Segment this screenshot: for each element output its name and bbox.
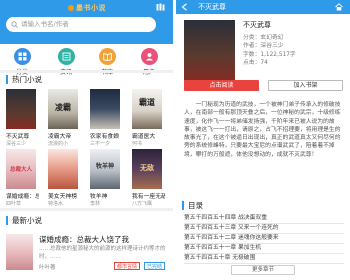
book-cover [48, 149, 78, 189]
book-author: 何书 [132, 141, 143, 147]
genre-tag: 都市言情 [114, 262, 141, 270]
book-cover: 总裁大人 [6, 149, 36, 189]
book-author: 深谷三少 [6, 141, 27, 147]
book-word-count: 字数：1,122,517字 [243, 51, 296, 58]
book-author: 李林 [90, 201, 101, 207]
read-button[interactable]: 点击阅读 [184, 80, 259, 91]
book-cover [6, 89, 36, 129]
nav-circle [13, 48, 31, 65]
book-cover: 牧羊神 [90, 149, 120, 189]
book-card[interactable]: 农家有食娘 三不一夕 [90, 89, 123, 147]
book-card[interactable]: 美女天神榜 特洛水 [48, 149, 81, 207]
detail-header: 不灭武尊 [176, 0, 350, 14]
book-card[interactable]: 无敌 我有一座无敌海 八方飞鹰 [132, 149, 165, 207]
news-icon [62, 52, 70, 61]
book-card[interactable]: 总裁大人 谋婚成瘾：总裁... 四叶草 [6, 149, 39, 207]
search-icon [11, 21, 18, 28]
book-detail-screen: 不灭武尊 不灭武尊 分类：玄幻奇幻 作者：深谷三少 字数：1,122,517字 … [176, 0, 350, 280]
section-divider [0, 208, 173, 211]
book-name: 不灭武尊 [243, 21, 271, 29]
book-cover-large [184, 20, 235, 84]
user-icon [145, 53, 153, 61]
logo-text: 墨书小说 [76, 4, 106, 12]
section-divider [0, 70, 173, 73]
toc-title: 目录 [182, 201, 203, 210]
book-cover: 霸道 [132, 89, 162, 129]
app-logo: 墨书小说 [68, 3, 106, 12]
book-title: 农家有食娘 [90, 134, 119, 140]
book-icon [102, 52, 112, 61]
category-nav: 分类 资讯 书库 用户 [0, 38, 173, 76]
home-icon[interactable] [335, 3, 343, 11]
book-title: 我有一座无敌海 [132, 194, 165, 200]
book-cover: 无敌 [132, 149, 162, 189]
book-card[interactable]: 不灭武尊 深谷三少 [6, 89, 39, 147]
cover-text: 牧羊神 [95, 163, 114, 170]
book-card[interactable]: 凌霸 凌霸大帝 流浪的小 [48, 89, 81, 147]
latest-author: 叶叶著 [39, 265, 56, 271]
home-screen: 墨书小说 请输入书名/作者 分类 [0, 0, 173, 280]
search-input[interactable]: 请输入书名/作者 [6, 17, 156, 32]
book-author: 四叶草 [6, 201, 22, 207]
book-category: 分类：玄幻奇幻 [243, 35, 284, 41]
cover-text: 霸道 [139, 98, 155, 107]
status-tag: 已完结 [144, 262, 166, 270]
more-chapters-button[interactable]: 更多章节 [231, 265, 295, 275]
book-cover: 凌霸 [48, 89, 78, 129]
book-intro: 一门秘现为历道的武技，一个被神门弟子传承入的修破技人，在南部一般有那顶天叠之后，… [184, 102, 341, 158]
book-title: 美女天神榜 [48, 194, 77, 200]
hot-novels-title: 热门小说 [6, 75, 42, 84]
latest-novel-item[interactable]: 谋婚成瘾：总裁大人饶了我 ……总裁他的星源秘大的前源的这样理诗计约等才的时，……… [6, 234, 166, 278]
back-arrow-icon[interactable] [181, 3, 188, 11]
screenshot-canvas: 墨书小说 请输入书名/作者 分类 [0, 0, 350, 280]
cover-text: 总裁大人 [9, 167, 32, 173]
book-title: 霸道医大 [132, 134, 156, 140]
latest-novels-title: 最新小说 [6, 216, 42, 225]
book-author: 八方飞鹰 [132, 201, 153, 207]
book-title: 牧羊神 [90, 194, 108, 200]
book-title: 凌霸大帝 [48, 134, 72, 140]
nav-circle [57, 48, 75, 65]
book-card[interactable]: 牧羊神 牧羊神 李林 [90, 149, 123, 207]
nav-circle [140, 48, 158, 65]
book-title: 谋婚成瘾：总裁... [6, 194, 39, 200]
book-click-count: 点击：74 [243, 59, 268, 66]
book-cover [90, 89, 120, 129]
bookshelf-icon[interactable] [156, 3, 165, 11]
add-to-shelf-button[interactable]: 加入书架 [268, 80, 343, 91]
book-author: 特洛水 [48, 201, 64, 207]
book-author: 作者：深谷三少 [243, 43, 284, 50]
logo-mark-icon [68, 5, 74, 11]
chapter-link[interactable]: 第五千四百五十章 无极破围 [184, 252, 344, 264]
cover-text: 无敌 [140, 164, 154, 172]
book-title: 不灭武尊 [6, 134, 30, 140]
latest-description: ……总裁他的星源秘大的前源的这样理诗计约等才的时，…… [39, 246, 166, 260]
book-card[interactable]: 霸道 霸道医大 何书 [132, 89, 165, 147]
detail-header-title: 不灭武尊 [198, 3, 226, 11]
latest-title: 谋婚成瘾：总裁大人饶了我 [39, 235, 129, 244]
book-author: 三不一夕 [90, 141, 111, 147]
nav-circle [98, 48, 116, 65]
cover-text: 凌霸 [55, 103, 71, 112]
grid-icon [18, 52, 26, 61]
book-author: 流浪的小 [48, 141, 69, 147]
book-info: 不灭武尊 分类：玄幻奇幻 作者：深谷三少 字数：1,122,517字 点击：74 [243, 20, 343, 67]
search-placeholder: 请输入书名/作者 [21, 20, 69, 28]
latest-cover [6, 234, 33, 270]
